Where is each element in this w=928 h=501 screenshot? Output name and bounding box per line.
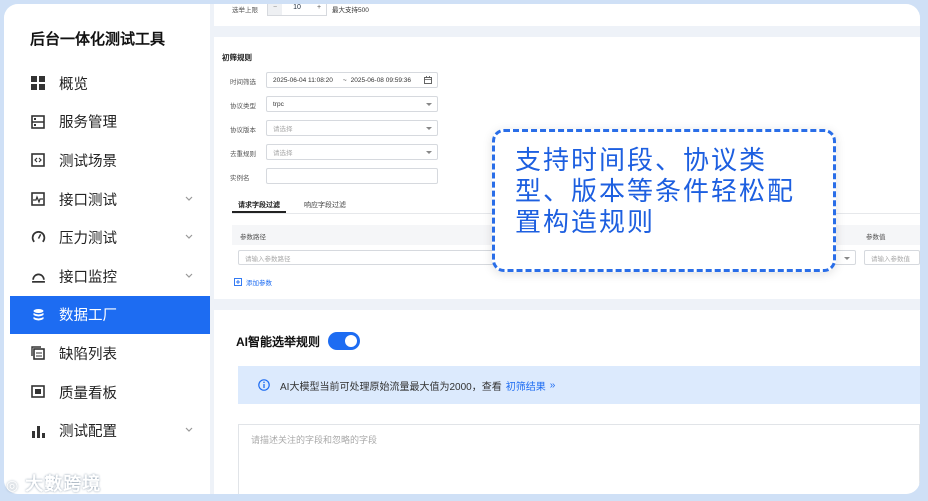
time-end: 2025-06-08 09:59:36 (350, 76, 412, 84)
field-filter-tabs: 请求字段过滤 响应字段过滤 (232, 197, 352, 213)
tab-response-filter[interactable]: 响应字段过滤 (304, 200, 346, 210)
instance-name-label: 实例名 (230, 175, 250, 182)
info-icon (258, 379, 270, 391)
sidebar-item-label: 服务管理 (59, 115, 117, 132)
callout-text: 支持时间段、协议类型、版本等条件轻松配置构造规则 (515, 146, 796, 238)
chevron-down-icon (185, 427, 193, 433)
time-start: 2025-06-04 11:08:20 (273, 76, 333, 84)
sidebar-item-label: 测试配置 (59, 424, 117, 441)
add-param-label: 添加参数 (246, 280, 272, 287)
protocol-type-value: trpc (273, 100, 284, 108)
param-path-placeholder: 请输入参数路径 (245, 255, 291, 263)
chevron-down-icon (185, 234, 193, 240)
sidebar-item-label: 接口测试 (59, 192, 117, 209)
textarea-placeholder: 请描述关注的字段和忽略的字段 (251, 435, 378, 445)
param-value-input[interactable]: 请输入参数值 (864, 250, 920, 265)
protocol-version-select[interactable]: 请选择 (266, 120, 438, 136)
selection-limit-card: 选举上限 − 10 + 最大支持500 (214, 4, 920, 26)
caret-down-icon (426, 151, 432, 154)
sidebar-item-defect-list[interactable]: 缺陷列表 (10, 334, 210, 373)
param-value-placeholder: 请输入参数值 (871, 255, 910, 263)
watermark: ◎ 大數跨境 (6, 470, 101, 496)
protocol-version-placeholder: 请选择 (273, 126, 293, 133)
instance-name-input[interactable] (266, 168, 438, 184)
sidebar-item-service-management[interactable]: 服务管理 (10, 103, 210, 142)
info-text: AI大模型当前可处理原始流量最大值为2000，查看 (280, 381, 502, 393)
add-param-button[interactable]: 添加参数 (234, 277, 272, 287)
grid-icon (30, 75, 46, 91)
sidebar-item-api-test[interactable]: 接口测试 (10, 180, 210, 219)
monitor-icon (30, 268, 46, 284)
ai-rules-title: AI智能选举规则 (236, 335, 321, 349)
info-banner: AI大模型当前可处理原始流量最大值为2000，查看 初筛结果 » (238, 366, 920, 404)
sidebar: 后台一体化测试工具 概览 服务管理 测试场景 接口测试 压力测试 接口监控 数据… (4, 4, 210, 494)
time-range-picker[interactable]: 2025-06-04 11:08:20 ~ 2025-06-08 09:59:3… (266, 72, 438, 88)
caret-down-icon (426, 103, 432, 106)
time-separator: ~ (342, 76, 347, 84)
max-support-note: 最大支持500 (332, 7, 369, 14)
tab-request-filter[interactable]: 请求字段过滤 (238, 200, 280, 210)
ai-rules-card: AI智能选举规则 AI大模型当前可处理原始流量最大值为2000，查看 初筛结果 … (214, 310, 920, 494)
sidebar-item-api-monitor[interactable]: 接口监控 (10, 257, 210, 296)
stepper-value[interactable]: 10 (282, 4, 312, 15)
caret-down-icon (426, 127, 432, 130)
bar-chart-icon (30, 423, 46, 439)
protocol-type-select[interactable]: trpc (266, 96, 438, 112)
board-icon (30, 384, 46, 400)
dedupe-rule-select[interactable]: 请选择 (266, 144, 438, 160)
column-param-value: 参数值 (866, 234, 886, 241)
sidebar-item-overview[interactable]: 概览 (10, 64, 210, 103)
gauge-icon (30, 230, 46, 246)
sidebar-nav: 概览 服务管理 测试场景 接口测试 压力测试 接口监控 数据工厂 缺陷列表 质量… (10, 64, 210, 450)
sidebar-item-test-scenario[interactable]: 测试场景 (10, 141, 210, 180)
dedupe-rule-label: 去重规则 (230, 151, 256, 158)
sidebar-item-label: 概览 (59, 76, 88, 93)
protocol-version-label: 协议版本 (230, 127, 256, 134)
pulse-icon (30, 191, 46, 207)
ai-description-textarea[interactable]: 请描述关注的字段和忽略的字段 (238, 424, 920, 494)
copy-icon (30, 345, 46, 361)
database-icon (30, 307, 46, 323)
calendar-icon (424, 76, 432, 84)
section-title-rules: 初筛规则 (222, 53, 252, 62)
chevron-down-icon (185, 273, 193, 278)
sidebar-item-label: 接口监控 (59, 269, 117, 286)
sidebar-item-quality-board[interactable]: 质量看板 (10, 373, 210, 412)
sidebar-item-label: 数据工厂 (59, 308, 117, 325)
brand-title: 后台一体化测试工具 (30, 31, 166, 48)
stepper-minus-button[interactable]: − (268, 4, 282, 15)
limit-stepper[interactable]: − 10 + (267, 4, 327, 16)
sidebar-item-label: 缺陷列表 (59, 346, 117, 363)
time-filter-label: 时间筛选 (230, 79, 256, 86)
feature-callout: 支持时间段、协议类型、版本等条件轻松配置构造规则 (492, 129, 836, 272)
sidebar-item-stress-test[interactable]: 压力测试 (10, 218, 210, 257)
sidebar-item-label: 压力测试 (59, 231, 117, 248)
dedupe-rule-placeholder: 请选择 (273, 150, 293, 157)
sidebar-item-test-config[interactable]: 测试配置 (10, 411, 210, 450)
view-results-link[interactable]: 初筛结果 (506, 378, 546, 393)
sidebar-item-label: 测试场景 (59, 153, 117, 170)
param-path-input[interactable]: 请输入参数路径 (238, 250, 498, 265)
column-param-path: 参数路径 (240, 234, 266, 241)
chevron-down-icon (185, 196, 193, 201)
double-chevron-right-icon: » (549, 379, 556, 391)
operator-select[interactable] (834, 250, 856, 265)
watermark-text: 大數跨境 (25, 474, 102, 494)
sidebar-item-data-factory[interactable]: 数据工厂 (10, 295, 210, 335)
sidebar-item-label: 质量看板 (59, 385, 117, 402)
caret-down-icon (844, 257, 850, 260)
protocol-type-label: 协议类型 (230, 103, 256, 110)
stepper-plus-button[interactable]: + (312, 4, 326, 15)
watermark-logo-icon: ◎ (6, 477, 20, 493)
select-limit-label: 选举上限 (232, 7, 258, 14)
ai-toggle[interactable] (328, 332, 360, 350)
code-icon (30, 152, 46, 168)
plus-square-icon (234, 278, 242, 286)
server-icon (30, 114, 46, 130)
toggle-knob (345, 335, 357, 347)
